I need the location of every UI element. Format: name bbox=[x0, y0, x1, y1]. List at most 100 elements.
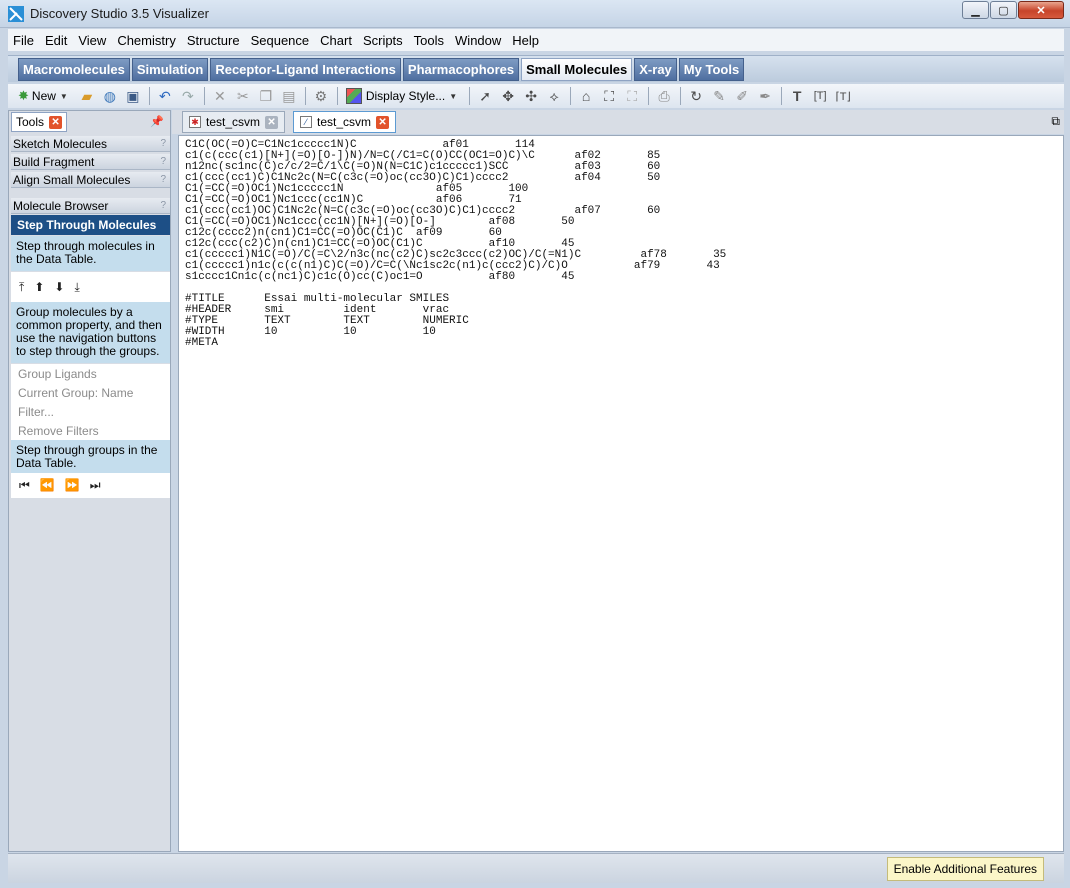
module-tab-pharmacophores[interactable]: Pharmacophores bbox=[402, 57, 520, 81]
text-icon[interactable]: T bbox=[786, 86, 808, 106]
section-label: Build Fragment bbox=[13, 155, 95, 169]
last-group-icon[interactable]: ⏭ bbox=[90, 478, 101, 493]
last-molecule-icon[interactable]: ⤓ bbox=[74, 280, 79, 295]
module-tab-bar: Macromolecules Simulation Receptor-Ligan… bbox=[8, 55, 1064, 82]
section-align-small-molecules[interactable]: Align Small Molecules ? bbox=[11, 172, 170, 188]
toolbar-divider bbox=[148, 87, 150, 105]
info-step-groups: Step through groups in the Data Table. bbox=[11, 440, 170, 473]
open-url-icon[interactable]: ◍ bbox=[99, 86, 121, 106]
redo-icon[interactable]: ↷ bbox=[177, 86, 199, 106]
new-icon: ✸ bbox=[18, 88, 29, 103]
restore-window-icon[interactable]: ⧉ bbox=[1051, 114, 1060, 129]
zoom-icon[interactable]: ⟡ bbox=[543, 86, 565, 106]
tools-panel: Tools ✕ 📌 Sketch Molecules ? Build Fragm… bbox=[8, 110, 171, 852]
close-icon[interactable]: ✕ bbox=[376, 115, 390, 129]
chevron-down-icon[interactable]: ▼ bbox=[60, 92, 68, 101]
section-molecule-browser[interactable]: Molecule Browser ? bbox=[11, 198, 170, 214]
active-tool-header[interactable]: Step Through Molecules bbox=[11, 215, 170, 235]
text-callout-icon[interactable]: ⌈T⌋ bbox=[832, 86, 854, 106]
first-molecule-icon[interactable]: ⤒ bbox=[19, 280, 24, 295]
group-nav-area: ⏮ ⏪ ⏩ ⏭ bbox=[11, 473, 170, 498]
fit-selection-icon[interactable]: ⛶ bbox=[621, 86, 643, 106]
help-icon[interactable]: ? bbox=[160, 198, 166, 214]
menu-structure[interactable]: Structure bbox=[182, 33, 245, 48]
reset-view-icon[interactable]: ⌂ bbox=[575, 86, 597, 106]
translate-icon[interactable]: ✣ bbox=[520, 86, 542, 106]
open-folder-icon[interactable]: ▰ bbox=[76, 86, 98, 106]
doc-tab-label: test_csvm bbox=[317, 115, 372, 129]
menu-scripts[interactable]: Scripts bbox=[358, 33, 408, 48]
help-icon[interactable]: ? bbox=[160, 136, 166, 152]
next-molecule-icon[interactable]: ⬇ bbox=[54, 280, 64, 295]
new-button[interactable]: ✸ New ▼ bbox=[14, 88, 76, 104]
maximize-icon[interactable]: ▢ bbox=[990, 1, 1017, 19]
help-icon[interactable]: ? bbox=[160, 154, 166, 170]
menu-sequence[interactable]: Sequence bbox=[246, 33, 315, 48]
close-icon[interactable]: ✕ bbox=[265, 115, 279, 129]
section-build-fragment[interactable]: Build Fragment ? bbox=[11, 154, 170, 170]
menu-help[interactable]: Help bbox=[507, 33, 544, 48]
fit-to-screen-icon[interactable]: ⛶ bbox=[598, 86, 620, 106]
pencil-icon[interactable]: ✎ bbox=[708, 86, 730, 106]
rotate-icon[interactable]: ✥ bbox=[497, 86, 519, 106]
current-group-label: Current Group: Name bbox=[18, 386, 134, 400]
document-text: C1C(OC(=O)C=C1Nc1ccccc1N)C af01 114 c1(c(… bbox=[185, 140, 726, 349]
section-sketch-molecules[interactable]: Sketch Molecules ? bbox=[11, 136, 170, 152]
app-logo-icon bbox=[8, 6, 24, 22]
remove-filters-option[interactable]: Remove Filters bbox=[18, 424, 99, 438]
lasso-icon[interactable]: ↻ bbox=[685, 86, 707, 106]
text-box-icon[interactable]: [T] bbox=[809, 86, 831, 106]
filter-option[interactable]: Filter... bbox=[18, 405, 54, 419]
delete-icon[interactable]: ✕ bbox=[209, 86, 231, 106]
text-window-icon: ⁄ bbox=[300, 116, 312, 128]
enable-additional-features-button[interactable]: Enable Additional Features bbox=[886, 857, 1044, 881]
tools-tab[interactable]: Tools ✕ bbox=[11, 112, 68, 132]
group-ligands-option[interactable]: Group Ligands bbox=[18, 367, 97, 381]
minimize-icon[interactable]: ▁ bbox=[962, 1, 989, 19]
menu-tools[interactable]: Tools bbox=[409, 33, 449, 48]
toolbar-divider bbox=[570, 87, 572, 105]
print-icon[interactable]: ⎙ bbox=[653, 86, 675, 106]
previous-group-icon[interactable]: ⏪ bbox=[40, 478, 55, 493]
module-tab-small-molecules[interactable]: Small Molecules bbox=[521, 57, 633, 81]
menu-file[interactable]: File bbox=[8, 33, 39, 48]
select-pointer-icon[interactable]: ➚ bbox=[474, 86, 496, 106]
menu-bar: File Edit View Chemistry Structure Seque… bbox=[8, 29, 1064, 51]
menu-window[interactable]: Window bbox=[450, 33, 506, 48]
title-bar: Discovery Studio 3.5 Visualizer ▁ ▢ ✕ bbox=[0, 0, 1070, 28]
menu-chemistry[interactable]: Chemistry bbox=[112, 33, 181, 48]
previous-molecule-icon[interactable]: ⬆ bbox=[34, 280, 44, 295]
help-icon[interactable]: ? bbox=[160, 172, 166, 188]
module-tab-receptor-ligand[interactable]: Receptor-Ligand Interactions bbox=[210, 57, 401, 81]
display-style-icon bbox=[345, 88, 362, 104]
module-tab-macromolecules[interactable]: Macromolecules bbox=[18, 57, 130, 81]
copy-icon[interactable]: ❐ bbox=[255, 86, 277, 106]
chevron-down-icon[interactable]: ▼ bbox=[449, 92, 457, 101]
menu-edit[interactable]: Edit bbox=[40, 33, 72, 48]
settings-gear-icon[interactable]: ⚙ bbox=[310, 86, 332, 106]
doc-tab-test-csvm-2[interactable]: ⁄ test_csvm ✕ bbox=[293, 111, 397, 133]
cut-icon[interactable]: ✂ bbox=[232, 86, 254, 106]
group-options-area: Group Ligands Current Group: Name Filter… bbox=[11, 364, 170, 440]
menu-view[interactable]: View bbox=[73, 33, 111, 48]
paste-icon[interactable]: ▤ bbox=[278, 86, 300, 106]
pin-icon[interactable]: 📌 bbox=[150, 115, 164, 128]
module-tab-xray[interactable]: X-ray bbox=[634, 57, 677, 81]
brush-icon[interactable]: ✒ bbox=[754, 86, 776, 106]
document-line: s1cccc1Cn1c(c(nc1)C)c1c(O)cc(C)oc1=O af8… bbox=[185, 271, 575, 283]
module-tab-my-tools[interactable]: My Tools bbox=[678, 57, 745, 81]
menu-chart[interactable]: Chart bbox=[315, 33, 357, 48]
text-document-view[interactable]: C1C(OC(=O)C=C1Nc1ccccc1N)C af01 114 c1(c(… bbox=[178, 135, 1064, 852]
close-icon[interactable]: ✕ bbox=[49, 115, 63, 129]
display-style-button[interactable]: Display Style... ▼ bbox=[342, 88, 465, 104]
undo-icon[interactable]: ↶ bbox=[154, 86, 176, 106]
first-group-icon[interactable]: ⏮ bbox=[19, 478, 30, 493]
display-style-label: Display Style... bbox=[365, 89, 446, 103]
save-icon[interactable]: ▣ bbox=[122, 86, 144, 106]
close-icon[interactable]: ✕ bbox=[1018, 1, 1064, 19]
doc-tab-test-csvm-1[interactable]: ✱ test_csvm ✕ bbox=[182, 111, 286, 133]
pencil-edit-icon[interactable]: ✐ bbox=[731, 86, 753, 106]
new-button-label: New bbox=[31, 89, 56, 103]
next-group-icon[interactable]: ⏩ bbox=[65, 478, 80, 493]
module-tab-simulation[interactable]: Simulation bbox=[131, 57, 209, 81]
